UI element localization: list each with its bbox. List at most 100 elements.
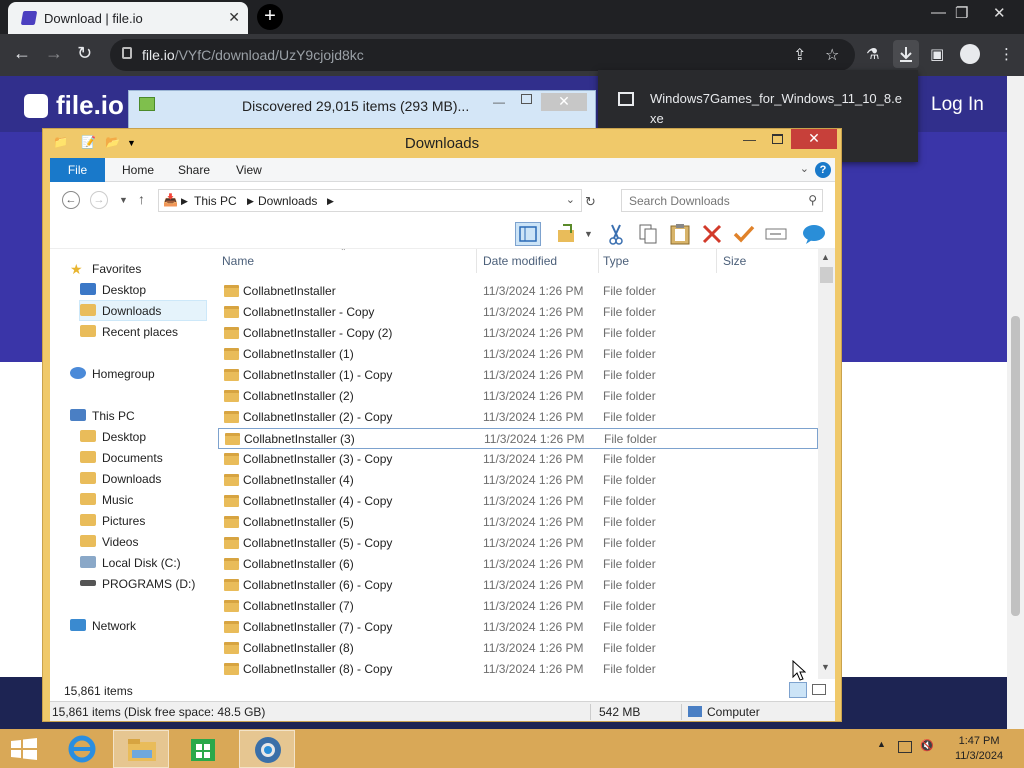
file-row[interactable]: CollabnetInstaller - Copy 11/3/2024 1:26 …: [218, 302, 818, 323]
back-icon[interactable]: ←: [13, 43, 31, 64]
taskbar-browser[interactable]: [239, 730, 295, 768]
file-row[interactable]: CollabnetInstaller (6) - Copy 11/3/2024 1…: [218, 575, 818, 596]
column-size[interactable]: Size: [723, 249, 746, 273]
file-row[interactable]: CollabnetInstaller 11/3/2024 1:26 PM File …: [218, 281, 818, 302]
up-arrow-icon[interactable]: ↑: [138, 191, 145, 207]
forward-arrow-icon[interactable]: →: [90, 191, 108, 209]
tab-view[interactable]: View: [226, 158, 272, 182]
file-row[interactable]: CollabnetInstaller (7) - Copy 11/3/2024 1…: [218, 617, 818, 638]
nav-favorites[interactable]: ★ Favorites: [70, 259, 141, 280]
file-row[interactable]: CollabnetInstaller (5) - Copy 11/3/2024 1…: [218, 533, 818, 554]
page-scroll-thumb[interactable]: [1011, 316, 1020, 616]
file-row[interactable]: CollabnetInstaller (6) 11/3/2024 1:26 PM F…: [218, 554, 818, 575]
expand-ribbon-icon[interactable]: ⌄: [800, 162, 809, 175]
rename-button[interactable]: [763, 222, 789, 246]
profile-avatar-icon[interactable]: [960, 44, 980, 64]
downloads-button[interactable]: [893, 40, 919, 68]
volume-muted-icon[interactable]: 🔇: [920, 739, 934, 752]
file-row[interactable]: CollabnetInstaller (5) 11/3/2024 1:26 PM F…: [218, 512, 818, 533]
nav-programs-drive[interactable]: PROGRAMS (D:): [80, 574, 195, 595]
delete-button[interactable]: [699, 222, 725, 246]
column-separator[interactable]: [598, 249, 599, 273]
nav-network[interactable]: Network: [70, 616, 136, 637]
tab-file[interactable]: File: [50, 158, 105, 182]
site-logo-text[interactable]: file.io: [56, 90, 124, 121]
move-to-button[interactable]: [555, 222, 581, 246]
preview-pane-button[interactable]: [515, 222, 541, 246]
search-input[interactable]: [622, 190, 802, 211]
tab-share[interactable]: Share: [168, 158, 220, 182]
side-panel-icon[interactable]: ▣: [930, 45, 944, 63]
file-row[interactable]: CollabnetInstaller (7) 11/3/2024 1:26 PM F…: [218, 596, 818, 617]
browser-tab[interactable]: Download | file.io ✕: [8, 2, 248, 34]
bookmark-star-icon[interactable]: ☆: [825, 45, 839, 65]
file-row[interactable]: CollabnetInstaller (8) - Copy 11/3/2024 1…: [218, 659, 818, 679]
refresh-icon[interactable]: ↻: [585, 194, 596, 210]
taskbar-store[interactable]: [176, 730, 232, 768]
file-row[interactable]: CollabnetInstaller (8) 11/3/2024 1:26 PM F…: [218, 638, 818, 659]
file-row[interactable]: CollabnetInstaller (1) - Copy 11/3/2024 1…: [218, 365, 818, 386]
scroll-down-icon[interactable]: ▼: [821, 662, 830, 672]
file-row[interactable]: CollabnetInstaller (3) 11/3/2024 1:26 PM F…: [218, 428, 818, 449]
paste-button[interactable]: [667, 222, 693, 246]
file-row[interactable]: CollabnetInstaller (1) 11/3/2024 1:26 PM F…: [218, 344, 818, 365]
tab-close-icon[interactable]: ✕: [228, 9, 240, 26]
file-row[interactable]: CollabnetInstaller (4) - Copy 11/3/2024 1…: [218, 491, 818, 512]
back-arrow-icon[interactable]: ←: [62, 191, 80, 209]
file-row[interactable]: CollabnetInstaller - Copy (2) 11/3/2024 1…: [218, 323, 818, 344]
lock-icon[interactable]: [122, 47, 132, 59]
nav-homegroup[interactable]: Homegroup: [70, 364, 155, 385]
nav-pc-music[interactable]: Music: [80, 490, 133, 511]
column-type[interactable]: Type: [603, 249, 629, 273]
help-icon[interactable]: ?: [815, 162, 831, 178]
column-name[interactable]: Name: [222, 249, 254, 273]
restore-icon[interactable]: ❐: [955, 4, 968, 22]
chevron-down-icon[interactable]: ⌄: [566, 193, 575, 206]
explorer-minimize-icon[interactable]: —: [743, 132, 756, 147]
taskbar-internet-explorer[interactable]: [54, 730, 110, 768]
start-button[interactable]: [10, 737, 38, 764]
details-view-icon[interactable]: [789, 682, 807, 698]
file-row[interactable]: CollabnetInstaller (2) 11/3/2024 1:26 PM F…: [218, 386, 818, 407]
copy-dialog-maximize-icon[interactable]: [521, 94, 532, 104]
large-icons-view-icon[interactable]: [812, 684, 826, 695]
address-bar[interactable]: file.io/VYfC/download/UzY9cjojd8kc ⇪ ☆: [110, 39, 855, 71]
search-field[interactable]: ⚲: [621, 189, 823, 212]
chevron-right-icon[interactable]: ▶: [247, 196, 254, 207]
nav-pc-downloads[interactable]: Downloads: [80, 469, 161, 490]
url-text[interactable]: file.io/VYfC/download/UzY9cjojd8kc: [142, 47, 364, 63]
search-icon[interactable]: ⚲: [808, 193, 817, 207]
show-hidden-icons-icon[interactable]: ▲: [877, 739, 886, 749]
minimize-icon[interactable]: —: [931, 4, 946, 21]
properties-button[interactable]: [731, 222, 757, 246]
taskbar-file-explorer[interactable]: [113, 730, 169, 768]
nav-fav-downloads[interactable]: Downloads: [79, 300, 207, 321]
explorer-titlebar[interactable]: 📁 📝 📂 ▼ Downloads — ✕: [43, 129, 841, 157]
page-scrollbar[interactable]: [1007, 76, 1024, 729]
cut-button[interactable]: [603, 222, 629, 246]
close-icon[interactable]: ✕: [993, 4, 1006, 22]
nav-pc-pictures[interactable]: Pictures: [80, 511, 145, 532]
chevron-right-icon[interactable]: ▶: [181, 196, 188, 207]
taskbar-clock[interactable]: 1:47 PM 11/3/2024: [955, 734, 1003, 764]
scroll-up-icon[interactable]: ▲: [821, 252, 830, 262]
nav-this-pc[interactable]: This PC: [70, 406, 135, 427]
chevron-right-icon[interactable]: ▶: [327, 196, 334, 207]
column-separator[interactable]: [476, 249, 477, 273]
reload-icon[interactable]: ↻: [77, 43, 92, 64]
move-to-dropdown-icon[interactable]: ▼: [584, 229, 593, 239]
explorer-close-icon[interactable]: ✕: [791, 129, 837, 149]
forward-icon[interactable]: →: [45, 43, 63, 64]
copy-dialog-close-icon[interactable]: ✕: [541, 93, 587, 111]
column-date-modified[interactable]: Date modified: [483, 249, 557, 273]
nav-pc-videos[interactable]: Videos: [80, 532, 138, 553]
menu-kebab-icon[interactable]: ⋮: [999, 45, 1014, 63]
copy-dialog-minimize-icon[interactable]: —: [493, 95, 505, 109]
scroll-thumb[interactable]: [820, 267, 833, 283]
nav-fav-desktop[interactable]: Desktop: [80, 280, 146, 301]
nav-local-disk[interactable]: Local Disk (C:): [80, 553, 181, 574]
breadcrumb[interactable]: 📥 ▶ This PC ▶ Downloads ▶ ⌄: [158, 189, 582, 212]
file-row[interactable]: CollabnetInstaller (4) 11/3/2024 1:26 PM F…: [218, 470, 818, 491]
tab-home[interactable]: Home: [112, 158, 164, 182]
network-tray-icon[interactable]: [898, 741, 912, 753]
